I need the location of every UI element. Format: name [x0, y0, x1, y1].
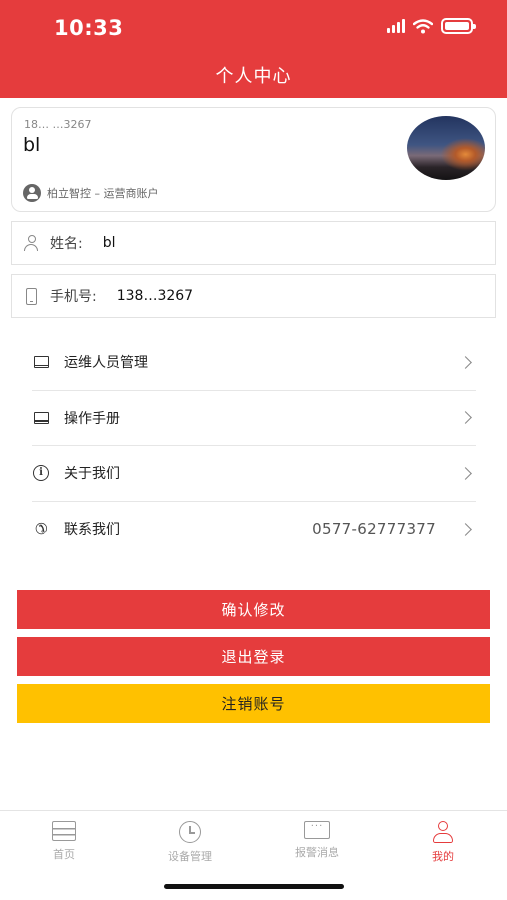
phone-field[interactable]: 手机号: 138…3267 [11, 274, 496, 318]
menu-item-about[interactable]: i 关于我们 [32, 446, 476, 502]
avatar[interactable] [407, 116, 485, 180]
tab-home[interactable]: 首页 [19, 821, 109, 862]
page-title: 个人中心 [215, 66, 292, 87]
signal-icon [387, 19, 405, 33]
person-icon [22, 235, 40, 251]
menu-item-staff-management[interactable]: 运维人员管理 [32, 335, 476, 391]
tab-me[interactable]: 我的 [398, 821, 488, 864]
chevron-right-icon [459, 411, 472, 425]
chevron-right-icon [459, 355, 472, 369]
phone-icon [22, 287, 40, 305]
organization-row: 柏立智控 – 运营商账户 [23, 184, 159, 202]
info-icon: i [32, 464, 50, 482]
delete-account-button[interactable]: 注销账号 [17, 684, 490, 723]
organization-label: 柏立智控 – 运营商账户 [47, 187, 159, 200]
tab-alarms[interactable]: ··· 报警消息 [272, 821, 362, 860]
menu-item-label: 运维人员管理 [64, 355, 148, 372]
wifi-icon [413, 18, 433, 33]
name-field[interactable]: 姓名: bl [11, 221, 496, 265]
top-header: 10:33 个人中心 [0, 0, 507, 98]
user-circle-icon [23, 184, 41, 202]
message-icon: ··· [304, 821, 330, 839]
settings-menu: 运维人员管理 操作手册 i 关于我们 ✆ 联系我们 0577-62777377 [32, 335, 476, 557]
battery-icon [441, 18, 476, 34]
menu-item-label: 关于我们 [64, 466, 120, 483]
menu-item-manual[interactable]: 操作手册 [32, 391, 476, 446]
profile-card: 18… …3267 bl 柏立智控 – 运营商账户 [11, 107, 496, 212]
contact-phone-number: 0577-62777377 [312, 520, 436, 539]
menu-item-label: 联系我们 [64, 522, 120, 539]
book-icon [32, 409, 50, 427]
tab-label: 首页 [53, 848, 75, 861]
name-label: 姓名: [50, 236, 83, 252]
status-icons [387, 18, 476, 34]
tab-label: 设备管理 [168, 850, 212, 863]
account-id: 18… …3267 [24, 118, 92, 131]
tab-label: 我的 [432, 850, 454, 863]
name-input[interactable]: bl [103, 235, 116, 251]
phone-label: 手机号: [50, 289, 97, 305]
user-icon [433, 821, 453, 843]
chevron-right-icon [459, 466, 472, 480]
tab-devices[interactable]: 设备管理 [145, 821, 235, 864]
clock-icon [179, 821, 201, 843]
phone-icon: ✆ [34, 520, 48, 539]
home-indicator [164, 884, 344, 889]
phone-input[interactable]: 138…3267 [117, 288, 193, 304]
status-time: 10:33 [54, 16, 124, 40]
home-icon [52, 821, 76, 841]
username: bl [23, 134, 41, 156]
book-icon [32, 353, 50, 371]
tab-label: 报警消息 [295, 846, 339, 859]
logout-button[interactable]: 退出登录 [17, 637, 490, 676]
chevron-right-icon [459, 522, 472, 536]
menu-item-contact[interactable]: ✆ 联系我们 0577-62777377 [32, 502, 476, 558]
confirm-button[interactable]: 确认修改 [17, 590, 490, 629]
menu-item-label: 操作手册 [64, 410, 120, 427]
